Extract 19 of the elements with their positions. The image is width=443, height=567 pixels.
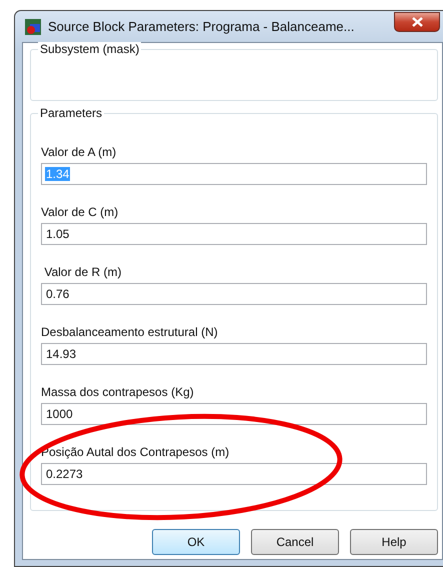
input-field[interactable]: 1000	[41, 403, 427, 425]
ok-button[interactable]: OK	[152, 529, 240, 555]
field-label: Valor de C (m)	[41, 205, 120, 219]
group-title: Subsystem (mask)	[38, 42, 142, 56]
group-title: Parameters	[38, 106, 104, 120]
input-field[interactable]: 1.05	[41, 223, 427, 245]
cancel-button[interactable]: Cancel	[251, 529, 339, 555]
input-field[interactable]: 0.2273	[41, 463, 427, 485]
field-label: Massa dos contrapesos (Kg)	[41, 385, 195, 399]
block-icon	[24, 18, 42, 36]
window-title: Source Block Parameters: Programa - Balanceame...	[48, 19, 356, 34]
input-field[interactable]: 0.76	[41, 283, 427, 305]
field-label: Valor de A (m)	[41, 145, 118, 159]
field-label: Desbalanceamento estrutural (N)	[41, 325, 219, 339]
field-label: Valor de R (m)	[43, 265, 122, 279]
help-button[interactable]: Help	[350, 529, 438, 555]
close-icon	[412, 16, 422, 26]
close-button[interactable]	[394, 12, 440, 32]
input-field[interactable]: 14.93	[41, 343, 427, 365]
